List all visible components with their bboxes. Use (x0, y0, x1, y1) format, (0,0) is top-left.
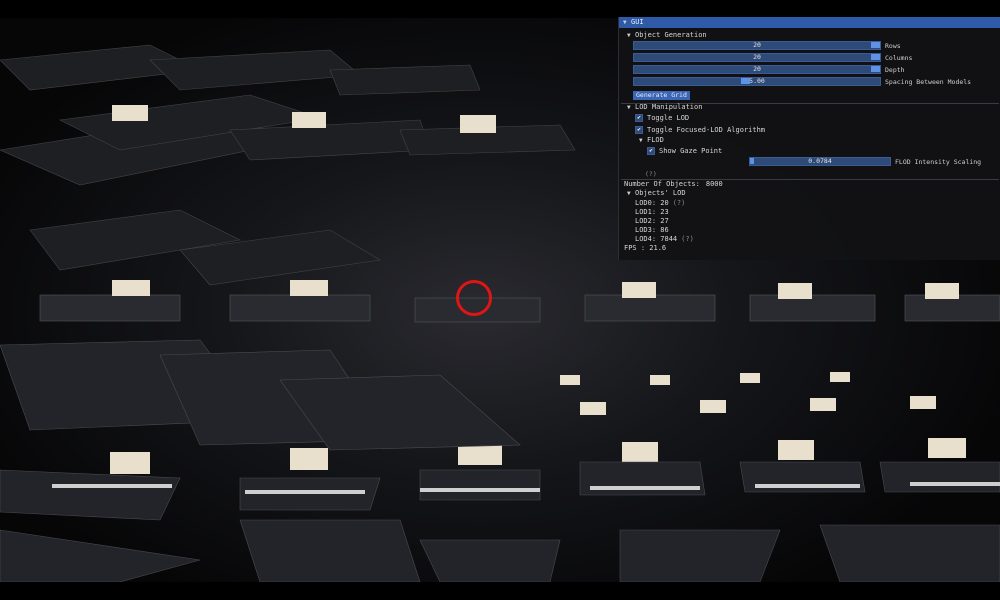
spacing-label: Spacing Between Models (885, 78, 972, 86)
fps-row: FPS : 21.6 (624, 244, 667, 252)
flod-header[interactable]: ▼ FLOD (639, 137, 664, 144)
objects-lod-header[interactable]: ▼ Objects' LOD (627, 190, 686, 197)
gui-title-bar[interactable]: ▼ GUI (619, 17, 1000, 28)
toggle-lod-row[interactable]: ✔ Toggle LOD (635, 114, 689, 122)
columns-slider[interactable]: 20 (633, 53, 881, 62)
lod4-row: LOD4: 7844 (?) (635, 235, 694, 243)
rows-slider[interactable]: 20 (633, 41, 881, 50)
help-marker[interactable]: (?) (645, 171, 657, 178)
lod-manipulation-header[interactable]: ▼ LOD Manipulation (627, 104, 702, 111)
generate-grid-button[interactable]: Generate Grid (633, 91, 690, 100)
toggle-focused-lod-row[interactable]: ✔ Toggle Focused-LOD Algorithm (635, 126, 765, 134)
bottom-letterbox (0, 582, 1000, 600)
gui-window[interactable]: ▼ GUI ▼ Object Generation 20 Rows 20 Col… (618, 17, 1000, 260)
lod3-row: LOD3: 86 (635, 226, 669, 234)
spacing-slider-grab[interactable] (741, 78, 750, 84)
gaze-point-indicator (456, 280, 492, 316)
lod0-row: LOD0: 20 (?) (635, 199, 686, 207)
columns-label: Columns (885, 54, 913, 62)
rows-slider-grab[interactable] (871, 42, 880, 48)
show-gaze-point-row[interactable]: ✔ Show Gaze Point (647, 147, 722, 155)
flod-intensity-grab[interactable] (750, 158, 754, 164)
expand-arrow-icon: ▼ (639, 136, 643, 144)
depth-slider[interactable]: 20 (633, 65, 881, 74)
collapse-arrow-icon[interactable]: ▼ (623, 19, 631, 26)
lod0-help[interactable]: (?) (673, 200, 686, 207)
spacing-slider[interactable]: 5.00 (633, 77, 881, 86)
depth-label: Depth (885, 66, 905, 74)
flod-intensity-label: FLOD Intensity Scaling (895, 158, 982, 166)
lod4-help[interactable]: (?) (681, 236, 694, 243)
toggle-focused-lod-checkbox[interactable]: ✔ (635, 126, 643, 134)
rows-label: Rows (885, 42, 901, 50)
object-count-value: 8000 (705, 180, 723, 188)
top-letterbox (0, 0, 1000, 18)
expand-arrow-icon: ▼ (627, 31, 631, 39)
depth-slider-grab[interactable] (871, 66, 880, 72)
flod-intensity-slider[interactable]: 0.0784 (749, 157, 891, 166)
expand-arrow-icon: ▼ (627, 189, 631, 197)
toggle-lod-checkbox[interactable]: ✔ (635, 114, 643, 122)
expand-arrow-icon: ▼ (627, 103, 631, 111)
object-generation-header[interactable]: ▼ Object Generation (627, 32, 707, 39)
lod2-row: LOD2: 27 (635, 217, 669, 225)
lod1-row: LOD1: 23 (635, 208, 669, 216)
columns-slider-grab[interactable] (871, 54, 880, 60)
window-title: GUI (631, 18, 644, 26)
object-count-row: Number Of Objects: 8000 (624, 180, 723, 188)
show-gaze-point-checkbox[interactable]: ✔ (647, 147, 655, 155)
